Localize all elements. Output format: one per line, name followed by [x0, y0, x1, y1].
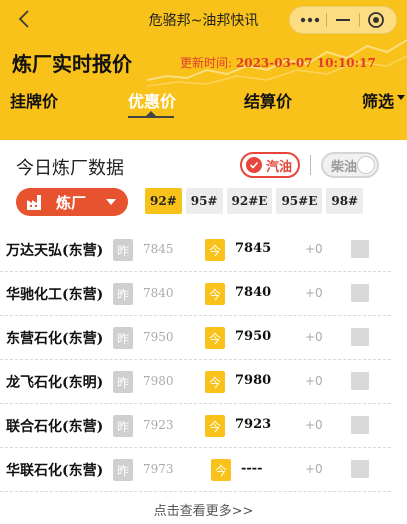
section-title: 今日炼厂数据 [16, 158, 124, 179]
today-price: 7840 [235, 285, 272, 300]
yesterday-badge: 昨 [113, 459, 133, 481]
tab-settlement-price[interactable]: 结算价 [244, 88, 292, 112]
today-badge: 今 [211, 459, 231, 481]
yesterday-price: 7840 [143, 286, 174, 300]
yesterday-price: 7923 [143, 418, 174, 432]
yesterday-price: 7973 [143, 462, 174, 476]
price-change: +0 [305, 374, 323, 388]
refinery-name: 万达天弘(东营) [6, 243, 104, 259]
refinery-dropdown-button[interactable]: 炼厂 [16, 188, 128, 216]
row-checkbox[interactable] [351, 240, 369, 258]
today-price: 7845 [235, 241, 272, 256]
yesterday-price: 7950 [143, 330, 174, 344]
grade-92[interactable]: 92# [145, 188, 182, 214]
toggle-divider [310, 155, 311, 175]
yesterday-badge: 昨 [113, 415, 133, 437]
yesterday-badge: 昨 [113, 239, 133, 261]
capsule-divider [326, 13, 328, 27]
yesterday-price: 7845 [143, 242, 174, 256]
update-label: 更新时间: [180, 56, 233, 70]
row-checkbox[interactable] [351, 460, 369, 478]
filter-caret-icon[interactable] [397, 95, 405, 100]
refinery-name: 东营石化(东营) [6, 331, 104, 347]
refinery-name: 联合石化(东营) [6, 419, 104, 435]
gasoline-toggle[interactable]: 汽油 [240, 152, 300, 178]
grade-92e[interactable]: 92#E [226, 188, 273, 214]
check-icon [246, 157, 262, 173]
diesel-label: 柴油 [331, 159, 358, 175]
yesterday-badge: 昨 [113, 371, 133, 393]
today-badge: 今 [205, 327, 225, 349]
grade-95e[interactable]: 95#E [276, 188, 323, 214]
table-row[interactable]: 华驰化工(东营) 昨 7840 今 7840 +0 [0, 272, 391, 316]
refinery-price-list: 万达天弘(东营) 昨 7845 今 7845 +0 华驰化工(东营) 昨 784… [0, 228, 407, 492]
tab-discount-price[interactable]: 优惠价 [128, 88, 176, 112]
yesterday-badge: 昨 [113, 327, 133, 349]
active-tab-underline [128, 116, 174, 118]
more-dots-icon[interactable] [297, 10, 323, 30]
grade-filter: 92# 95# 92#E 95#E 98# [145, 188, 364, 214]
yesterday-price: 7980 [143, 374, 174, 388]
price-tabs: 挂牌价 优惠价 结算价 筛选 [0, 88, 407, 118]
table-row[interactable]: 华联石化(东营) 昨 7973 今 ---- +0 [0, 448, 391, 492]
table-row[interactable]: 万达天弘(东营) 昨 7845 今 7845 +0 [0, 228, 391, 272]
toggle-knob [357, 156, 375, 174]
today-badge: 今 [205, 239, 225, 261]
refinery-name: 华联石化(东营) [6, 463, 104, 479]
today-price: 7980 [235, 373, 272, 388]
view-more-link[interactable]: 点击查看更多>> [0, 500, 407, 519]
grade-98[interactable]: 98# [326, 188, 364, 214]
row-checkbox[interactable] [351, 372, 369, 390]
table-row[interactable]: 龙飞石化(东明) 昨 7980 今 7980 +0 [0, 360, 391, 404]
row-checkbox[interactable] [351, 328, 369, 346]
today-price: ---- [241, 461, 263, 476]
refinery-name: 龙飞石化(东明) [6, 375, 104, 391]
capsule-divider [358, 13, 360, 27]
price-change: +0 [305, 242, 323, 256]
price-change: +0 [305, 462, 323, 476]
price-change: +0 [305, 286, 323, 300]
today-price: 7950 [235, 329, 272, 344]
row-checkbox[interactable] [351, 416, 369, 434]
factory-icon [26, 193, 44, 211]
yesterday-badge: 昨 [113, 283, 133, 305]
today-badge: 今 [205, 371, 225, 393]
minimize-icon[interactable] [330, 10, 356, 30]
today-badge: 今 [205, 283, 225, 305]
page-title: 炼厂实时报价 [12, 52, 132, 76]
tab-filter[interactable]: 筛选 [362, 88, 394, 112]
today-badge: 今 [205, 415, 225, 437]
price-change: +0 [305, 418, 323, 432]
grade-95[interactable]: 95# [185, 188, 223, 214]
refinery-label: 炼厂 [56, 193, 87, 212]
gasoline-label: 汽油 [266, 159, 293, 175]
mini-program-capsule [289, 6, 397, 34]
update-time: 更新时间: 2023-03-07 10:10:17 [180, 54, 376, 71]
update-time-value: 2023-03-07 10:10:17 [235, 56, 376, 70]
today-price: 7923 [235, 417, 272, 432]
close-target-icon[interactable] [363, 10, 389, 30]
price-change: +0 [305, 330, 323, 344]
refinery-name: 华驰化工(东营) [6, 287, 104, 303]
row-checkbox[interactable] [351, 284, 369, 302]
chevron-down-icon [106, 199, 116, 205]
diesel-toggle[interactable]: 柴油 [321, 152, 379, 178]
table-row[interactable]: 东营石化(东营) 昨 7950 今 7950 +0 [0, 316, 391, 360]
table-row[interactable]: 联合石化(东营) 昨 7923 今 7923 +0 [0, 404, 391, 448]
tab-listed-price[interactable]: 挂牌价 [10, 88, 58, 112]
